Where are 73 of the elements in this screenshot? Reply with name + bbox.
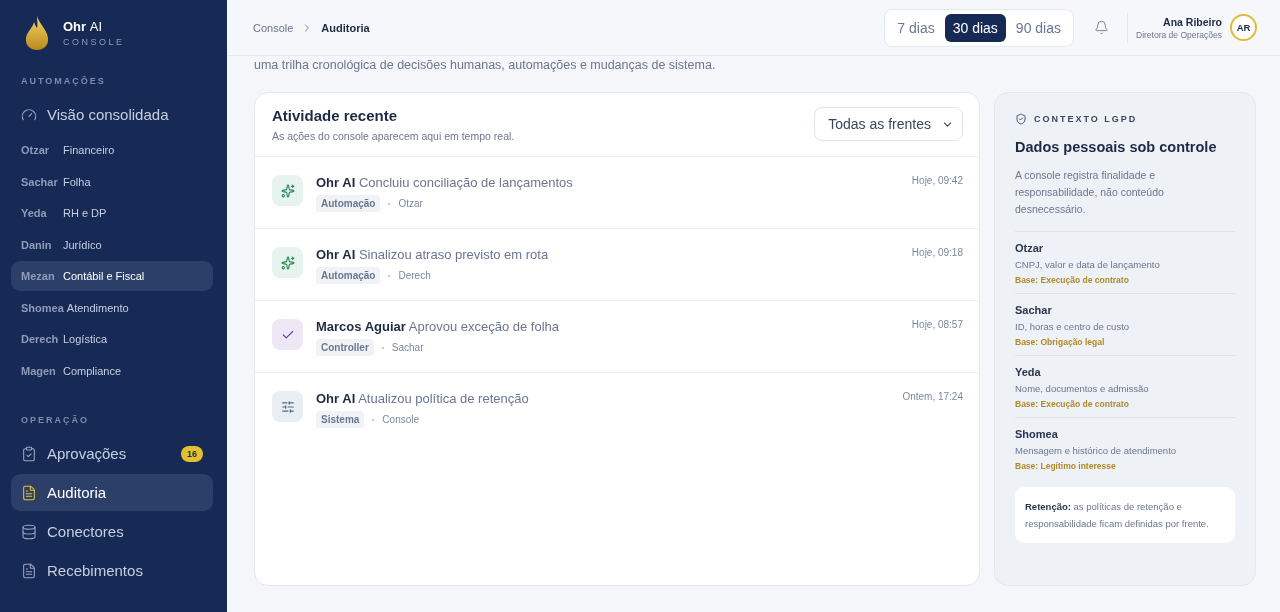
retention-note: Retenção: as políticas de retenção e responsabilidade ficam definidas por frente. [1015,487,1235,543]
sparkle-icon [280,183,295,198]
clipboard-icon [21,445,37,462]
user-avatar[interactable]: AR [1230,14,1257,41]
panel-eyebrow: CONTEXTO LGPD [1034,114,1138,124]
nav-item[interactable]: Visão consolidada [11,96,213,133]
entry-name: Sachar [1015,304,1053,316]
entry-name: Yeda [1015,366,1042,378]
brand-subtitle: CONSOLE [63,37,125,47]
range-tab[interactable]: 90 dias [1007,13,1069,42]
entry-data: CNPJ, valor e data de lançamento [1015,259,1161,270]
activity-tag: Automação [316,195,381,212]
nav-item[interactable]: Mezan Contábil e Fiscal [11,261,213,291]
document-icon [21,562,37,579]
brand-name: Ohr AI [63,19,104,34]
flame-logo-icon [25,16,49,50]
card-subtitle: As ações do console aparecem aqui em tempo real. [272,130,515,142]
entry-name: Shomea [1015,428,1059,440]
nav-item[interactable]: Otzar Financeiro [11,135,213,165]
entry-basis: Base: Execução de contrato [1015,275,1130,285]
entry-basis: Base: Obrigação legal [1015,337,1106,347]
range-tab[interactable]: 30 dias [944,13,1006,42]
sliders-icon [280,399,295,414]
section-title: AUTOMAÇÕES [20,75,107,88]
user-name: Ana Ribeiro [1163,15,1222,28]
shield-icon [1015,113,1027,125]
entry-data: Mensagem e histórico de atendimento [1015,445,1178,456]
nav-item[interactable]: Recebimentos [11,552,213,589]
range-tab[interactable]: 7 dias [889,13,943,42]
nav-item[interactable]: Danin Jurídico [11,229,213,260]
bell-icon [1094,20,1109,35]
activity-source: Otzar [398,198,423,209]
activity-text: Marcos Aguiar Aprovou exceção de folha [316,319,561,334]
nav-item[interactable]: Sachar Folha [11,166,213,197]
activity-source: Sachar [391,342,424,353]
activity-source: Console [382,414,420,425]
activity-text: Ohr AI Concluiu conciliação de lançamentos [316,175,574,190]
page-subtitle: uma trilha cronológica de decisões humanas, automações e mudanças de sistema. [253,57,717,74]
nav-item[interactable]: Auditoria [11,474,213,511]
nav-item[interactable]: Aprovações 16 [11,435,213,472]
section-title: OPERAÇÃO [20,414,90,427]
activity-tag: Sistema [316,411,365,428]
filter-dropdown[interactable]: Todas as frentes [814,107,963,141]
panel-title: Dados pessoais sob controle [1015,139,1218,155]
breadcrumb-item[interactable]: Console [253,21,294,34]
activity-time: Hoje, 09:18 [911,247,963,260]
user-role: Diretora de Operações [1136,29,1222,40]
activity-time: Ontem, 17:24 [902,391,963,404]
activity-time: Hoje, 09:42 [911,175,963,188]
entry-basis: Base: Execução de contrato [1015,399,1130,409]
breadcrumb-item: Auditoria [321,21,370,34]
panel-description: A console registra finalidade e responsabilidade, não conteúdo desnecessário. [1015,168,1165,217]
activity-tag: Automação [316,267,381,284]
database-icon [21,523,37,540]
entry-name: Otzar [1015,242,1045,254]
activity-text: Ohr AI Atualizou política de retenção [316,391,530,406]
nav-item[interactable]: Shomea Atendimento [11,292,213,323]
document-icon [21,484,37,501]
nav-item[interactable]: Magen Compliance [11,355,213,386]
activity-source: Derech [398,270,431,281]
nav-item[interactable]: Yeda RH e DP [11,198,213,228]
entry-basis: Base: Legítimo interesse [1015,461,1117,471]
gauge-icon [21,106,37,123]
nav-item[interactable]: Conectores [11,513,213,550]
activity-tag: Controller [316,339,374,356]
sparkle-icon [280,255,295,270]
activity-time: Hoje, 08:57 [911,319,963,332]
nav-item[interactable]: Derech Logística [11,324,213,354]
activity-text: Ohr AI Sinalizou atraso previsto em rota [316,247,550,262]
card-title: Atividade recente [272,107,399,124]
entry-data: ID, horas e centro de custo [1015,321,1131,332]
count-badge: 16 [181,445,203,462]
entry-data: Nome, documentos e admissão [1015,383,1150,394]
